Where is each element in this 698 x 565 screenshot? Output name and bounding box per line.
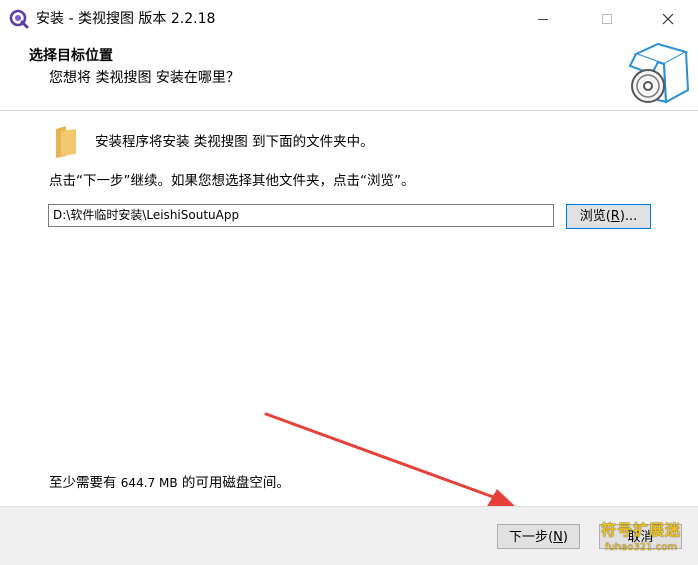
next-label: 下一步: [509, 530, 549, 545]
watermark-title: 符号扩展迷: [601, 521, 682, 539]
wizard-header: 选择目标位置 您想将 类视搜图 安装在哪里？: [0, 38, 698, 110]
window-title: 安装 - 类视搜图 版本 2.2.18: [36, 11, 216, 27]
page-title: 选择目标位置: [29, 48, 113, 64]
space-prefix: 至少需要有: [49, 475, 117, 491]
install-description: 安装程序将安装 类视搜图 到下面的文件夹中。: [95, 134, 374, 150]
page-subtitle: 您想将 类视搜图 安装在哪里？: [49, 70, 240, 86]
close-icon: [662, 13, 674, 25]
next-button[interactable]: 下一步(N): [497, 524, 580, 549]
continue-instructions: 点击“下一步”继续。如果您想选择其他文件夹，点击“浏览”。: [49, 173, 415, 189]
watermark-url: fuhao321.com: [605, 542, 678, 553]
minimize-icon: [538, 19, 548, 20]
red-arrow-annotation: [264, 412, 517, 508]
browse-shortcut-key: R: [610, 209, 620, 224]
maximize-icon: [602, 14, 612, 24]
wizard-footer: 下一步(N) 取消: [0, 506, 698, 565]
q-search-logo-icon: [9, 9, 29, 29]
folder-icon: [56, 126, 76, 158]
browse-ellipsis: ...: [624, 209, 638, 224]
next-shortcut-key: N: [553, 530, 563, 545]
minimize-button[interactable]: [520, 0, 566, 38]
close-button[interactable]: [645, 0, 691, 38]
space-amount: 644.7 MB: [120, 476, 178, 490]
maximize-button[interactable]: [584, 0, 630, 38]
install-path-input[interactable]: [48, 204, 554, 227]
site-watermark: 符号扩展迷 fuhao321.com: [601, 520, 693, 560]
browse-button[interactable]: 浏览(R)...: [566, 204, 651, 229]
disk-space-requirement: 至少需要有 644.7 MB 的可用磁盘空间。: [49, 474, 290, 492]
browse-label: 浏览: [579, 209, 606, 224]
installer-box-disc-icon: [628, 42, 690, 104]
title-bar: 安装 - 类视搜图 版本 2.2.18: [0, 0, 698, 38]
